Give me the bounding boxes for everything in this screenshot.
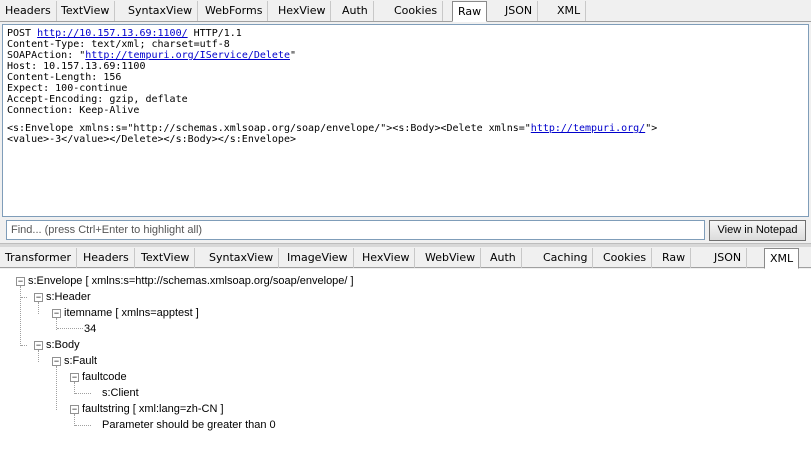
header-content-length: Content-Length: 156	[7, 72, 122, 83]
header-connection: Connection: Keep-Alive	[7, 105, 140, 116]
soapaction-suffix: "	[289, 50, 297, 61]
tab-webforms[interactable]: WebForms	[200, 1, 269, 21]
tree-node-envelope[interactable]: s:Envelope [ xmlns:s=http://schemas.xmls…	[28, 274, 354, 288]
tree-node-itemname-value[interactable]: 34	[84, 322, 96, 336]
tab-auth[interactable]: Auth	[337, 1, 374, 21]
soapaction-prefix: SOAPAction: "	[7, 50, 86, 61]
tab-imageview[interactable]: ImageView	[282, 248, 354, 268]
soapaction-link[interactable]: http://tempuri.org/IService/Delete	[85, 50, 290, 61]
tab-textview[interactable]: TextView	[56, 1, 116, 21]
tab-raw[interactable]: Raw	[452, 1, 488, 22]
tree-node-faultcode-value[interactable]: s:Client	[102, 386, 139, 400]
body-namespace-link[interactable]: http://tempuri.org/	[531, 123, 645, 134]
header-expect: Expect: 100-continue	[7, 83, 128, 94]
tab-webview[interactable]: WebView	[420, 248, 482, 268]
request-method: POST	[7, 28, 38, 39]
tab-hexview[interactable]: HexView	[273, 1, 332, 21]
tab-transformer[interactable]: Transformer	[0, 248, 78, 268]
xml-tree-view[interactable]: − s:Envelope [ xmlns:s=http://schemas.xm…	[0, 269, 811, 464]
tab-xml[interactable]: XML	[764, 248, 800, 269]
tree-node-faultcode[interactable]: faultcode	[82, 370, 127, 384]
tab-cookies[interactable]: Cookies	[598, 248, 653, 268]
tab-json[interactable]: JSON	[709, 248, 748, 268]
tab-syntaxview[interactable]: SyntaxView	[123, 1, 199, 21]
collapse-faultcode-icon[interactable]: −	[70, 373, 79, 382]
raw-request-view[interactable]: POST http://10.157.13.69:1100/ HTTP/1.1 …	[2, 24, 809, 217]
tree-node-header[interactable]: s:Header	[46, 290, 91, 304]
header-soapaction: SOAPAction: "http://tempuri.org/IService…	[7, 50, 804, 61]
collapse-envelope-icon[interactable]: −	[16, 277, 25, 286]
collapse-body-icon[interactable]: −	[34, 341, 43, 350]
tab-textview[interactable]: TextView	[136, 248, 196, 268]
collapse-fault-icon[interactable]: −	[52, 357, 61, 366]
body-tag-close: ">	[645, 123, 658, 134]
find-input[interactable]	[6, 220, 705, 240]
tree-node-faultstring[interactable]: faultstring [ xml:lang=zh-CN ]	[82, 402, 224, 416]
response-tab-bar: Transformer Headers TextView SyntaxView …	[0, 247, 811, 269]
body-envelope-open: <s:Envelope xmlns:s="http://schemas.xmls…	[7, 123, 531, 134]
collapse-faultstring-icon[interactable]: −	[70, 405, 79, 414]
tab-headers[interactable]: Headers	[0, 1, 57, 21]
tab-raw[interactable]: Raw	[657, 248, 692, 268]
request-line: POST http://10.157.13.69:1100/ HTTP/1.1	[7, 28, 804, 39]
collapse-itemname-icon[interactable]: −	[52, 309, 61, 318]
tree-node-body[interactable]: s:Body	[46, 338, 80, 352]
header-content-type: Content-Type: text/xml; charset=utf-8	[7, 39, 230, 50]
tree-node-itemname[interactable]: itemname [ xmlns=apptest ]	[64, 306, 199, 320]
tab-json[interactable]: JSON	[500, 1, 539, 21]
tab-headers[interactable]: Headers	[78, 248, 135, 268]
tree-node-faultstring-value[interactable]: Parameter should be greater than 0	[102, 418, 276, 432]
tab-caching[interactable]: Caching	[538, 248, 594, 268]
request-protocol: HTTP/1.1	[187, 28, 242, 39]
collapse-header-icon[interactable]: −	[34, 293, 43, 302]
tab-hexview[interactable]: HexView	[357, 248, 416, 268]
header-host: Host: 10.157.13.69:1100	[7, 61, 146, 72]
request-url-link[interactable]: http://10.157.13.69:1100/	[37, 28, 188, 39]
tab-xml[interactable]: XML	[552, 1, 587, 21]
tree-node-fault[interactable]: s:Fault	[64, 354, 97, 368]
header-accept-encoding: Accept-Encoding: gzip, deflate	[7, 94, 188, 105]
view-in-notepad-button[interactable]: View in Notepad	[709, 220, 806, 241]
tab-cookies[interactable]: Cookies	[389, 1, 444, 21]
tab-auth[interactable]: Auth	[485, 248, 522, 268]
tab-syntaxview[interactable]: SyntaxView	[204, 248, 280, 268]
body-line-1: <s:Envelope xmlns:s="http://schemas.xmls…	[7, 123, 804, 134]
request-tab-bar: Headers TextView SyntaxView WebForms Hex…	[0, 0, 811, 22]
body-line-2: <value>-3</value></Delete></s:Body></s:E…	[7, 134, 296, 145]
